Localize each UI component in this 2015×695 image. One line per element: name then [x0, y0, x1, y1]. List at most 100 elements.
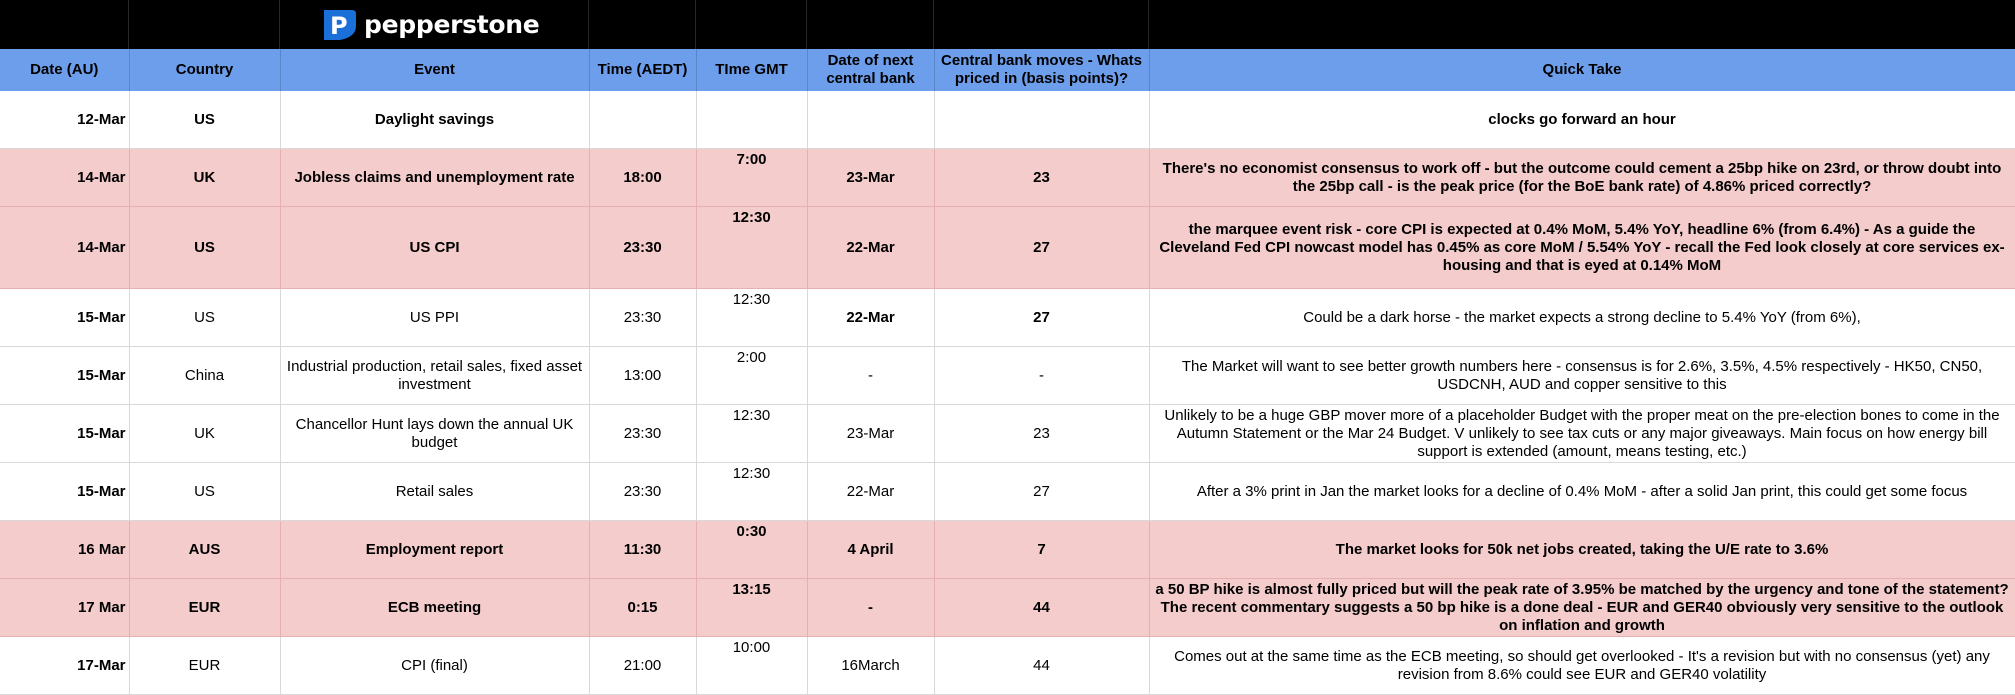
priced-cell[interactable]: 27 — [934, 462, 1150, 521]
header-time-gmt[interactable]: TIme GMT — [696, 49, 808, 91]
country-cell[interactable]: China — [129, 346, 281, 405]
priced-cell[interactable]: - — [934, 346, 1150, 405]
event-cell[interactable]: ECB meeting — [280, 578, 590, 637]
date-cell[interactable]: 14-Mar — [0, 206, 130, 289]
priced-cell[interactable]: 27 — [934, 206, 1150, 289]
time-gmt-cell[interactable]: 12:30 — [696, 462, 808, 521]
next-cb-cell[interactable]: 22-Mar — [807, 206, 935, 289]
next-cb-cell[interactable]: - — [807, 578, 935, 637]
time-aedt-cell[interactable]: 23:30 — [589, 206, 697, 289]
next-cb-cell[interactable]: 16March — [807, 636, 935, 695]
event-cell[interactable]: Jobless claims and unemployment rate — [280, 148, 590, 207]
time-aedt-cell[interactable]: 18:00 — [589, 148, 697, 207]
quick-take-cell[interactable]: After a 3% print in Jan the market looks… — [1149, 462, 2015, 521]
quick-take-cell[interactable]: The Market will want to see better growt… — [1149, 346, 2015, 405]
time-gmt-cell[interactable]: 2:00 — [696, 346, 808, 405]
header-date[interactable]: Date (AU) — [0, 49, 130, 91]
country-cell[interactable]: UK — [129, 148, 281, 207]
date-cell[interactable]: 17-Mar — [0, 636, 130, 695]
table-row: 14-Mar US US CPI 23:30 12:30 22-Mar 27 t… — [0, 206, 2015, 289]
date-cell[interactable]: 15-Mar — [0, 288, 130, 347]
quick-take-cell[interactable]: There's no economist consensus to work o… — [1149, 148, 2015, 207]
priced-cell[interactable]: 7 — [934, 520, 1150, 579]
date-cell[interactable]: 12-Mar — [0, 91, 130, 149]
event-cell[interactable]: CPI (final) — [280, 636, 590, 695]
time-aedt-cell[interactable]: 21:00 — [589, 636, 697, 695]
column-divider — [1148, 0, 1149, 49]
time-aedt-cell[interactable]: 0:15 — [589, 578, 697, 637]
priced-cell[interactable] — [934, 91, 1150, 149]
priced-cell[interactable]: 27 — [934, 288, 1150, 347]
time-gmt-cell[interactable]: 7:00 — [696, 148, 808, 207]
event-cell[interactable]: US CPI — [280, 206, 590, 289]
header-row: Date (AU) Country Event Time (AEDT) TIme… — [0, 49, 2015, 91]
header-event[interactable]: Event — [280, 49, 590, 91]
country-cell[interactable]: US — [129, 91, 281, 149]
priced-cell[interactable]: 23 — [934, 404, 1150, 463]
time-aedt-cell[interactable] — [589, 91, 697, 149]
country-cell[interactable]: UK — [129, 404, 281, 463]
event-cell[interactable]: Retail sales — [280, 462, 590, 521]
svg-text:P: P — [330, 12, 348, 40]
next-cb-cell[interactable]: 4 April — [807, 520, 935, 579]
time-gmt-cell[interactable]: 13:15 — [696, 578, 808, 637]
next-cb-cell[interactable]: 22-Mar — [807, 462, 935, 521]
event-cell[interactable]: Employment report — [280, 520, 590, 579]
quick-take-cell[interactable]: Comes out at the same time as the ECB me… — [1149, 636, 2015, 695]
header-priced-in[interactable]: Central bank moves - Whats priced in (ba… — [934, 49, 1150, 91]
header-time-aedt[interactable]: Time (AEDT) — [589, 49, 697, 91]
table-row: 17-Mar EUR CPI (final) 21:00 10:00 16Mar… — [0, 636, 2015, 695]
date-cell[interactable]: 15-Mar — [0, 346, 130, 405]
time-aedt-cell[interactable]: 13:00 — [589, 346, 697, 405]
country-cell[interactable]: AUS — [129, 520, 281, 579]
column-divider — [128, 0, 129, 49]
time-gmt-cell[interactable]: 10:00 — [696, 636, 808, 695]
next-cb-cell[interactable]: 23-Mar — [807, 148, 935, 207]
country-cell[interactable]: US — [129, 206, 281, 289]
time-aedt-cell[interactable]: 23:30 — [589, 288, 697, 347]
header-country[interactable]: Country — [129, 49, 281, 91]
date-cell[interactable]: 17 Mar — [0, 578, 130, 637]
priced-cell[interactable]: 23 — [934, 148, 1150, 207]
priced-cell[interactable]: 44 — [934, 636, 1150, 695]
quick-take-cell[interactable]: clocks go forward an hour — [1149, 91, 2015, 149]
table-row: 15-Mar US Retail sales 23:30 12:30 22-Ma… — [0, 462, 2015, 521]
country-cell[interactable]: US — [129, 288, 281, 347]
next-cb-cell[interactable]: 22-Mar — [807, 288, 935, 347]
time-gmt-cell[interactable]: 12:30 — [696, 288, 808, 347]
quick-take-cell[interactable]: Could be a dark horse - the market expec… — [1149, 288, 2015, 347]
quick-take-cell[interactable]: Unlikely to be a huge GBP mover more of … — [1149, 404, 2015, 463]
next-cb-cell[interactable] — [807, 91, 935, 149]
pepperstone-logo: P pepperstone — [318, 6, 540, 42]
event-cell[interactable]: Daylight savings — [280, 91, 590, 149]
header-quick-take[interactable]: Quick Take — [1149, 49, 2015, 91]
pepperstone-logo-icon: P — [324, 10, 356, 40]
time-gmt-cell[interactable] — [696, 91, 808, 149]
quick-take-cell[interactable]: the marquee event risk - core CPI is exp… — [1149, 206, 2015, 289]
time-aedt-cell[interactable]: 23:30 — [589, 462, 697, 521]
priced-cell[interactable]: 44 — [934, 578, 1150, 637]
table-row: 15-Mar UK Chancellor Hunt lays down the … — [0, 404, 2015, 463]
table-row: 14-Mar UK Jobless claims and unemploymen… — [0, 148, 2015, 207]
country-cell[interactable]: EUR — [129, 636, 281, 695]
date-cell[interactable]: 15-Mar — [0, 462, 130, 521]
event-cell[interactable]: US PPI — [280, 288, 590, 347]
header-next-central-bank[interactable]: Date of next central bank — [807, 49, 935, 91]
country-cell[interactable]: EUR — [129, 578, 281, 637]
time-aedt-cell[interactable]: 11:30 — [589, 520, 697, 579]
table-row: 12-Mar US Daylight savings clocks go for… — [0, 91, 2015, 149]
time-gmt-cell[interactable]: 12:30 — [696, 206, 808, 289]
time-gmt-cell[interactable]: 12:30 — [696, 404, 808, 463]
date-cell[interactable]: 14-Mar — [0, 148, 130, 207]
quick-take-cell[interactable]: The market looks for 50k net jobs create… — [1149, 520, 2015, 579]
time-gmt-cell[interactable]: 0:30 — [696, 520, 808, 579]
country-cell[interactable]: US — [129, 462, 281, 521]
date-cell[interactable]: 16 Mar — [0, 520, 130, 579]
event-cell[interactable]: Industrial production, retail sales, fix… — [280, 346, 590, 405]
date-cell[interactable]: 15-Mar — [0, 404, 130, 463]
next-cb-cell[interactable]: 23-Mar — [807, 404, 935, 463]
event-cell[interactable]: Chancellor Hunt lays down the annual UK … — [280, 404, 590, 463]
next-cb-cell[interactable]: - — [807, 346, 935, 405]
quick-take-cell[interactable]: a 50 BP hike is almost fully priced but … — [1149, 578, 2015, 637]
time-aedt-cell[interactable]: 23:30 — [589, 404, 697, 463]
